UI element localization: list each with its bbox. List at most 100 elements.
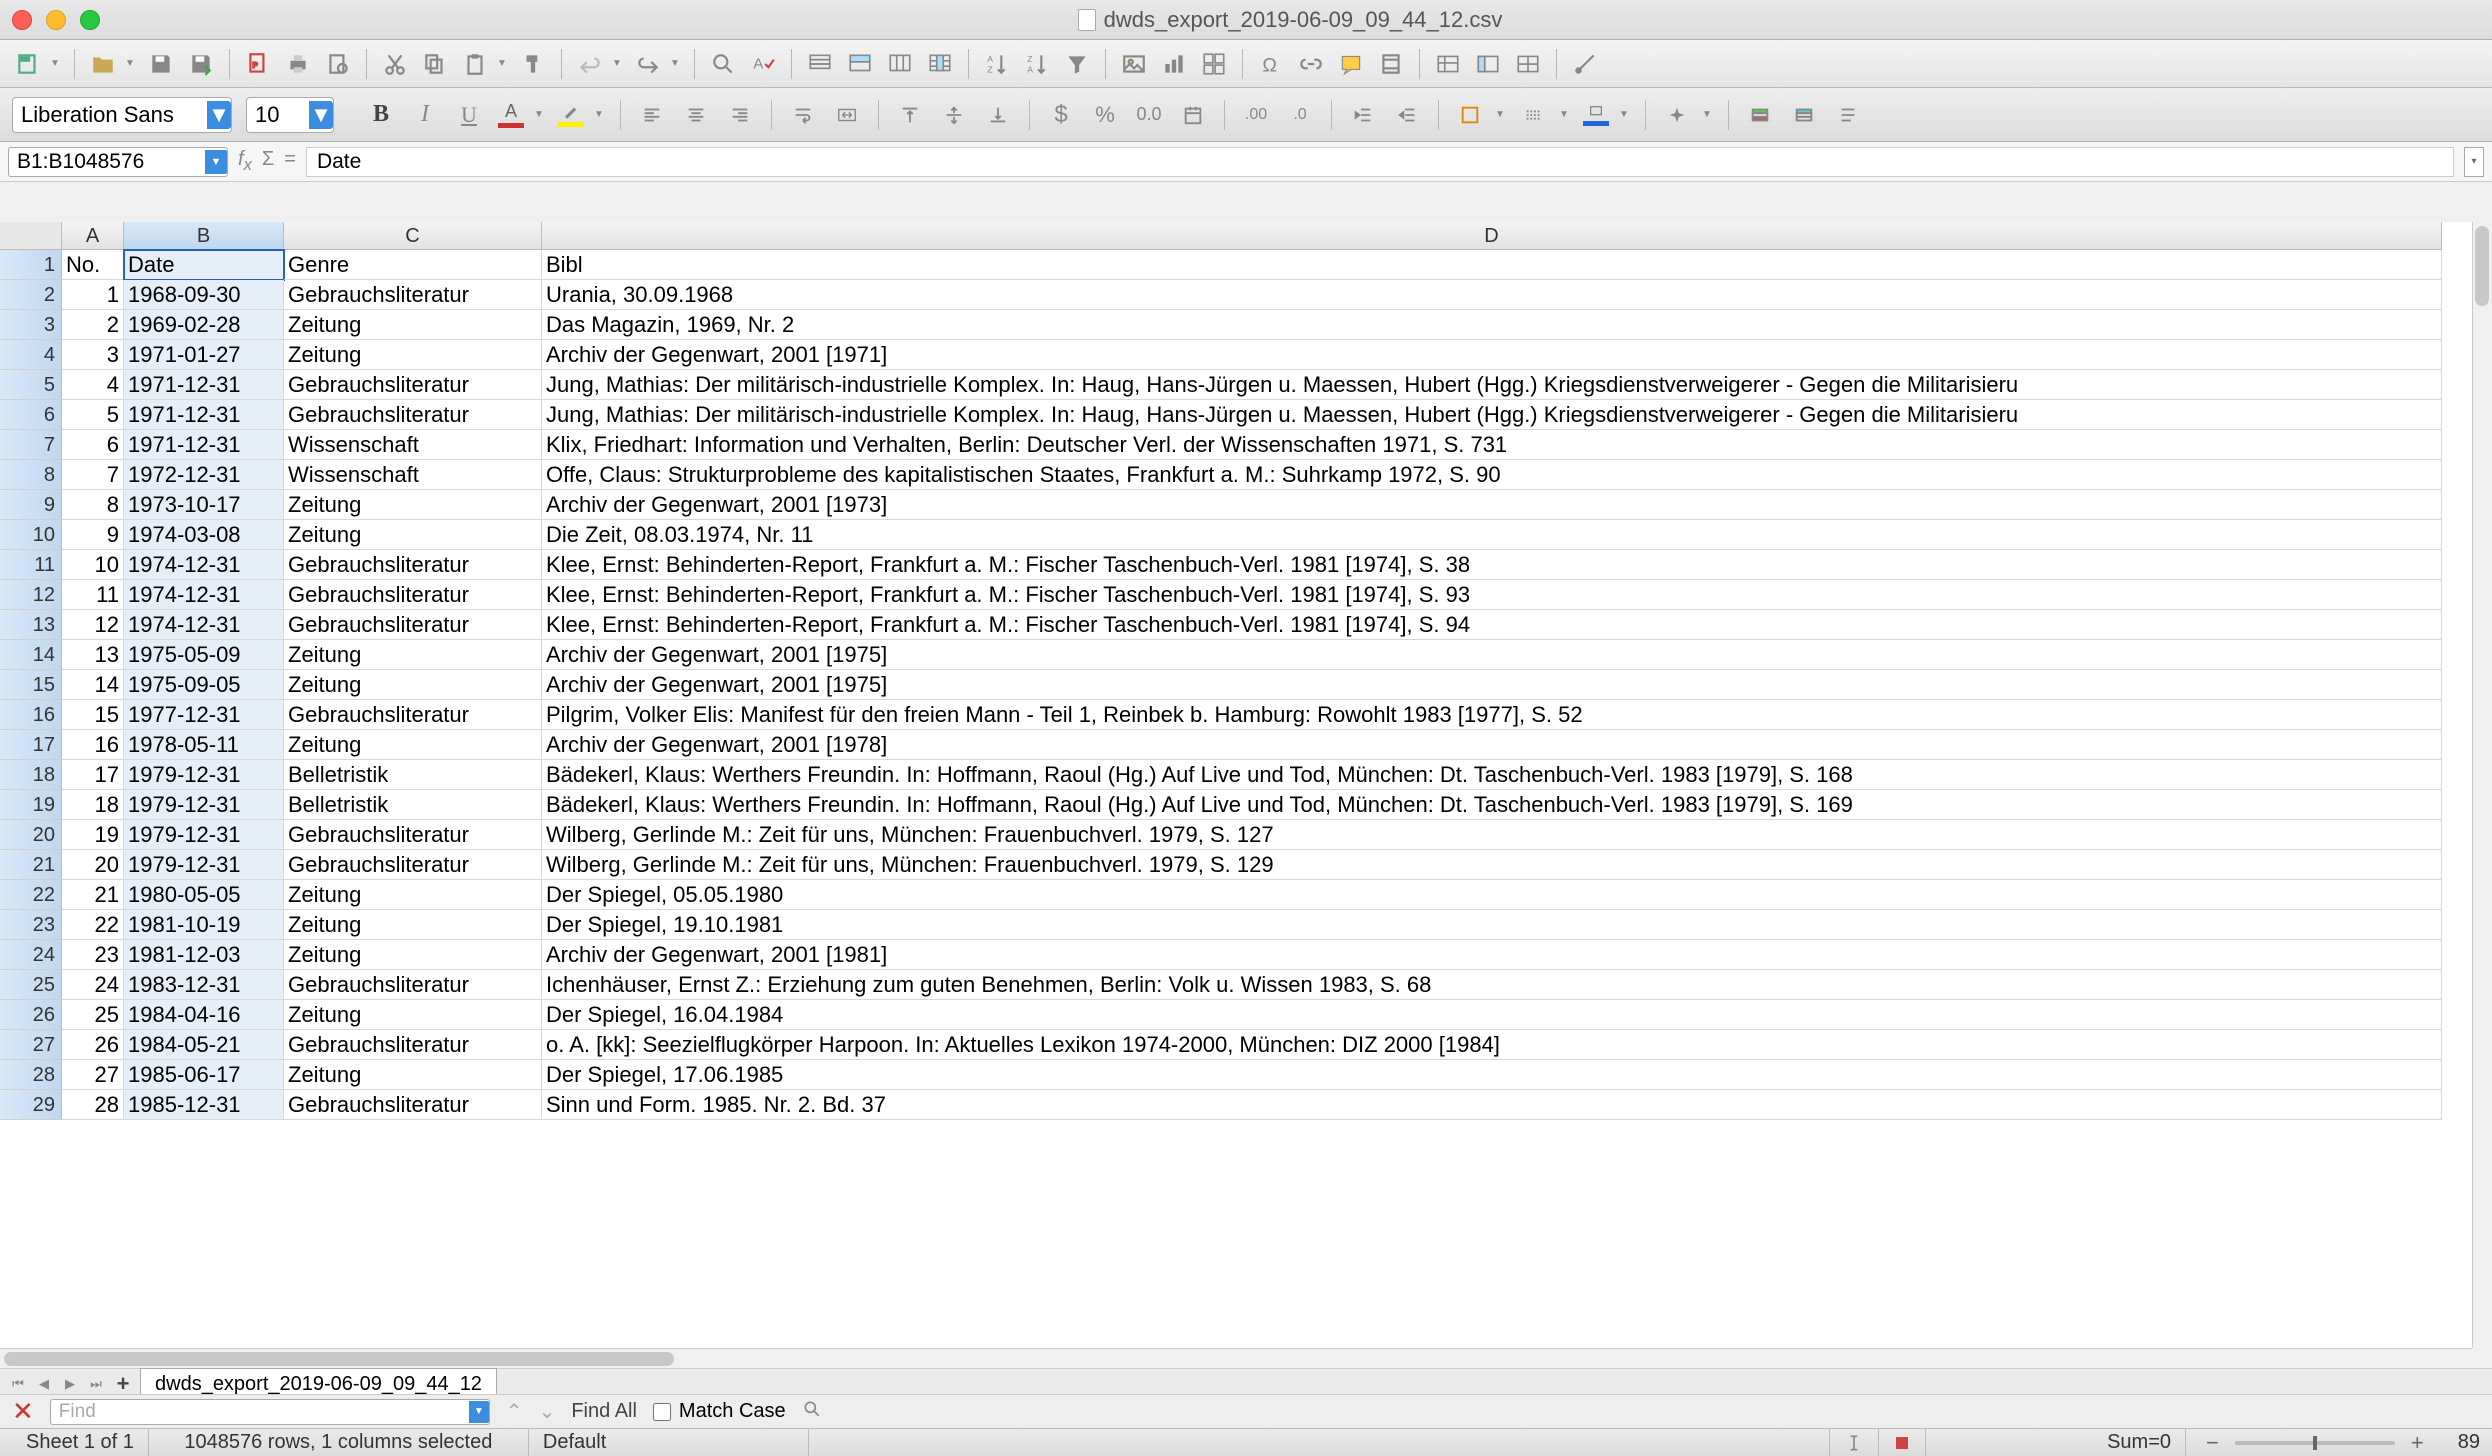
add-sheet-button[interactable]: + [112,1373,134,1395]
split-window-button[interactable] [1510,46,1546,82]
scrollbar-thumb[interactable] [2475,226,2489,306]
date-format-button[interactable] [1174,96,1212,134]
font-color-button[interactable]: A [494,98,528,132]
headers-footers-button[interactable] [1373,46,1409,82]
prev-sheet-button[interactable]: ◀ [34,1374,54,1394]
cell[interactable]: Klix, Friedhart: Information und Verhalt… [542,430,2442,460]
cell[interactable]: Wilberg, Gerlinde M.: Zeit für uns, Münc… [542,820,2442,850]
cell[interactable]: 1984-05-21 [124,1030,284,1060]
cell[interactable]: 8 [62,490,124,520]
row-header[interactable]: 7 [0,430,62,460]
cut-button[interactable] [377,46,413,82]
font-name-combo[interactable]: Liberation Sans ▼ [12,97,232,133]
cell[interactable]: 12 [62,610,124,640]
row-header[interactable]: 12 [0,580,62,610]
decrease-indent-button[interactable] [1388,96,1426,134]
cell[interactable]: Zeitung [284,670,542,700]
close-window-button[interactable] [12,10,32,30]
cell[interactable]: 1979-12-31 [124,820,284,850]
next-sheet-button[interactable]: ▶ [60,1374,80,1394]
cell[interactable]: Gebrauchsliteratur [284,580,542,610]
cell[interactable]: Zeitung [284,880,542,910]
match-case-input[interactable] [653,1403,671,1421]
merge-cells-button[interactable] [828,96,866,134]
insert-rows-button[interactable] [882,46,918,82]
modified-status-icon[interactable] [1879,1429,1926,1456]
row-header[interactable]: 28 [0,1060,62,1090]
row-header[interactable]: 19 [0,790,62,820]
cell[interactable]: 22 [62,910,124,940]
find-options-button[interactable] [802,1399,822,1425]
cell[interactable]: Gebrauchsliteratur [284,550,542,580]
cell[interactable]: Jung, Mathias: Der militärisch-industrie… [542,400,2442,430]
cell[interactable]: 1971-01-27 [124,340,284,370]
cell[interactable]: 1985-12-31 [124,1090,284,1120]
cell-styles-button[interactable] [1829,96,1867,134]
cell[interactable]: 1981-10-19 [124,910,284,940]
insert-comment-button[interactable] [1333,46,1369,82]
cell[interactable]: Zeitung [284,730,542,760]
find-replace-button[interactable] [705,46,741,82]
cell[interactable]: Gebrauchsliteratur [284,820,542,850]
cell[interactable]: 1971-12-31 [124,400,284,430]
align-right-button[interactable] [721,96,759,134]
row-header[interactable]: 1 [0,250,62,280]
row-button[interactable] [802,46,838,82]
row-header[interactable]: 20 [0,820,62,850]
cell[interactable]: Ichenhäuser, Ernst Z.: Erziehung zum gut… [542,970,2442,1000]
cell[interactable]: 27 [62,1060,124,1090]
find-input[interactable]: Find ▼ [50,1399,490,1425]
cell[interactable]: Das Magazin, 1969, Nr. 2 [542,310,2442,340]
row-header[interactable]: 3 [0,310,62,340]
select-all-corner[interactable] [0,222,62,250]
row-header[interactable]: 27 [0,1030,62,1060]
undo-button[interactable] [572,46,608,82]
print-preview-button[interactable] [320,46,356,82]
row-header[interactable]: 22 [0,880,62,910]
italic-button[interactable]: I [406,96,444,134]
font-size-combo[interactable]: 10 ▼ [246,97,334,133]
row-header[interactable]: 11 [0,550,62,580]
cell[interactable]: Der Spiegel, 05.05.1980 [542,880,2442,910]
zoom-in-button[interactable]: + [2405,1430,2430,1456]
save-as-button[interactable] [183,46,219,82]
cell[interactable]: 26 [62,1030,124,1060]
cell[interactable]: 24 [62,970,124,1000]
conditional-format-button[interactable] [1741,96,1779,134]
percent-button[interactable]: % [1086,96,1124,134]
cell[interactable]: 1974-12-31 [124,580,284,610]
cell[interactable]: Wissenschaft [284,430,542,460]
insert-mode-icon[interactable] [1830,1429,1879,1456]
cell[interactable]: 20 [62,850,124,880]
row-header[interactable]: 8 [0,460,62,490]
cell[interactable]: Bädekerl, Klaus: Werthers Freundin. In: … [542,760,2442,790]
row-header[interactable]: 10 [0,520,62,550]
autofilter-button[interactable] [1059,46,1095,82]
new-document-dropdown[interactable]: ▼ [50,58,60,69]
cell[interactable]: Gebrauchsliteratur [284,1090,542,1120]
cell[interactable]: 2 [62,310,124,340]
row-header[interactable]: 23 [0,910,62,940]
cell[interactable]: No. [62,250,124,280]
function-wizard-button[interactable]: fx [238,148,252,175]
cell[interactable]: 1979-12-31 [124,760,284,790]
cell[interactable]: Zeitung [284,910,542,940]
add-decimal-button[interactable]: .00 [1237,96,1275,134]
last-sheet-button[interactable]: ⏭ [86,1374,106,1394]
zoom-out-button[interactable]: − [2200,1430,2225,1456]
cell[interactable]: Zeitung [284,1060,542,1090]
insert-pivot-button[interactable] [1196,46,1232,82]
cell[interactable]: Gebrauchsliteratur [284,850,542,880]
cell[interactable]: Pilgrim, Volker Elis: Manifest für den f… [542,700,2442,730]
sort-desc-button[interactable]: ZA [1019,46,1055,82]
cell[interactable]: Gebrauchsliteratur [284,1030,542,1060]
align-left-button[interactable] [633,96,671,134]
cell[interactable]: 21 [62,880,124,910]
cell[interactable]: 1977-12-31 [124,700,284,730]
column-button[interactable] [842,46,878,82]
cell[interactable]: 1975-05-09 [124,640,284,670]
cell[interactable]: Klee, Ernst: Behinderten-Report, Frankfu… [542,550,2442,580]
find-prev-button[interactable]: ⌃ [506,1399,523,1424]
cell[interactable]: Gebrauchsliteratur [284,370,542,400]
border-color-dropdown[interactable]: ▼ [1619,109,1629,120]
